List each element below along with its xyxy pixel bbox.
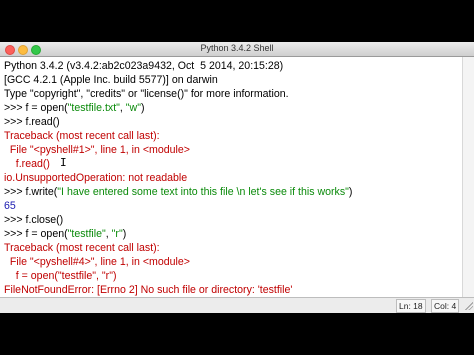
string-literal: "I have entered some text into this file… xyxy=(57,186,349,198)
banner-line: Python 3.4.2 (v3.4.2:ab2c023a9432, Oct 5… xyxy=(4,60,284,72)
string-literal: "testfile.txt" xyxy=(67,102,120,114)
traceback-header: Traceback (most recent call last): xyxy=(4,130,160,142)
code-text: f.read() xyxy=(25,116,60,128)
shell-input-line: >>> f = open("testfile.txt", "w") xyxy=(4,101,145,115)
idle-shell-window: Python 3.4.2 Shell Python 3.4.2 (v3.4.2:… xyxy=(0,42,474,313)
window-title: Python 3.4.2 Shell xyxy=(200,43,274,53)
code-text: f.write( xyxy=(25,186,58,198)
prompt: >>> xyxy=(4,186,26,198)
error-message: io.UnsupportedOperation: not readable xyxy=(4,172,188,184)
line-number-indicator: Ln: 18 xyxy=(396,299,426,313)
banner-line: [GCC 4.2.1 (Apple Inc. build 5577)] on d… xyxy=(4,74,218,86)
code-text: f = open( xyxy=(25,228,68,240)
vertical-scrollbar[interactable] xyxy=(462,57,474,297)
resize-grip-icon[interactable] xyxy=(464,301,473,310)
column-number-indicator: Col: 4 xyxy=(431,299,460,313)
string-literal: "r" xyxy=(111,228,123,240)
ibeam-cursor-icon: I xyxy=(60,156,67,169)
prompt: >>> xyxy=(4,228,26,240)
shell-input-line: >>> f.read() xyxy=(4,115,60,129)
traceback-code-line: f.read() xyxy=(4,158,50,170)
prompt: >>> xyxy=(4,116,26,128)
code-text: f.close() xyxy=(25,214,64,226)
traceback-code-line: f = open("testfile", "r") xyxy=(4,270,117,282)
banner-line: Type "copyright", "credits" or "license(… xyxy=(4,88,289,100)
string-literal: "w" xyxy=(125,102,141,114)
title-bar[interactable]: Python 3.4.2 Shell xyxy=(0,42,474,57)
shell-input-line: >>> f = open("testfile", "r") xyxy=(4,227,126,241)
shell-output-line: 65 xyxy=(4,200,16,212)
code-text: ) xyxy=(140,102,145,114)
prompt: >>> xyxy=(4,214,26,226)
status-bar: Ln: 18 Col: 4 xyxy=(0,297,474,313)
string-literal: "testfile" xyxy=(67,228,106,240)
shell-text-area[interactable]: Python 3.4.2 (v3.4.2:ab2c023a9432, Oct 5… xyxy=(0,57,462,297)
shell-input-line: >>> f.close() xyxy=(4,213,63,227)
code-text: ) xyxy=(122,228,127,240)
shell-input-line: >>> f.write("I have entered some text in… xyxy=(4,185,352,199)
traceback-header: Traceback (most recent call last): xyxy=(4,242,160,254)
code-text: ) xyxy=(348,186,353,198)
code-text: f = open( xyxy=(25,102,68,114)
error-message: FileNotFoundError: [Errno 2] No such fil… xyxy=(4,284,293,296)
traceback-file-line: File "<pyshell#1>", line 1, in <module> xyxy=(4,144,190,156)
traceback-file-line: File "<pyshell#4>", line 1, in <module> xyxy=(4,256,190,268)
prompt: >>> xyxy=(4,102,26,114)
